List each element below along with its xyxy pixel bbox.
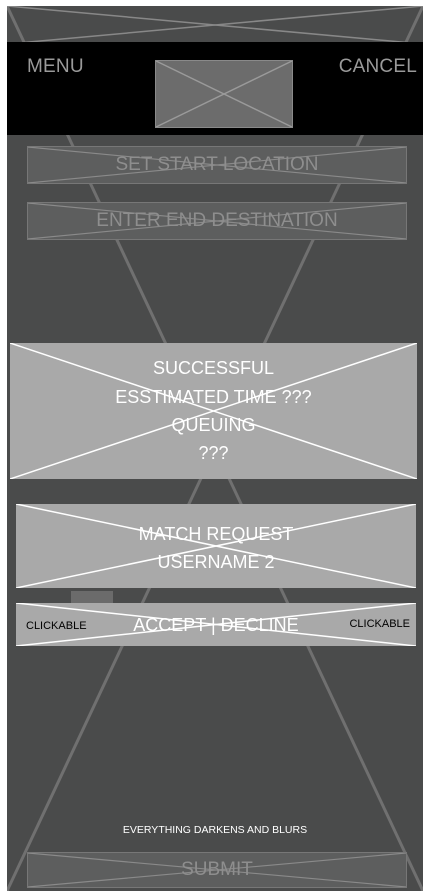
menu-button[interactable]: MENU bbox=[27, 56, 84, 78]
cancel-button[interactable]: CANCEL bbox=[339, 56, 417, 78]
status-successful: SUCCESSFUL bbox=[152, 358, 275, 378]
start-location-field[interactable]: SET START LOCATION bbox=[27, 146, 407, 184]
status-queuing: QUEUING bbox=[171, 415, 256, 435]
overlay-note: EVERYTHING DARKENS AND BLURS bbox=[122, 824, 308, 836]
match-request-title: MATCH REQUEST bbox=[138, 524, 294, 544]
accept-decline-bar[interactable]: CLICKABLE ACCEPT | DECLINE CLICKABLE bbox=[16, 603, 416, 646]
status-panel: SUCCESSFUL ESSTIMATED TIME ??? QUEUING ?… bbox=[10, 343, 417, 479]
logo-placeholder bbox=[155, 60, 293, 128]
right-clickable-note: CLICKABLE bbox=[349, 618, 410, 630]
header-bar: MENU CANCEL bbox=[7, 42, 423, 135]
match-username: USERNAME 2 bbox=[157, 552, 275, 572]
status-queue-value: ??? bbox=[198, 443, 229, 463]
app-screen: MENU CANCEL SET START LOCATION ENTER END… bbox=[7, 6, 423, 891]
match-cross-icon bbox=[16, 504, 416, 588]
submit-label: SUBMIT bbox=[181, 859, 253, 880]
start-location-label: SET START LOCATION bbox=[115, 154, 319, 175]
submit-button[interactable]: SUBMIT bbox=[27, 852, 407, 888]
end-destination-label: ENTER END DESTINATION bbox=[96, 210, 338, 231]
match-request-panel: MATCH REQUEST USERNAME 2 bbox=[16, 504, 416, 588]
logo-cross-icon bbox=[156, 61, 292, 127]
end-destination-field[interactable]: ENTER END DESTINATION bbox=[27, 202, 407, 240]
status-estimated-time: ESSTIMATED TIME ??? bbox=[115, 387, 312, 407]
